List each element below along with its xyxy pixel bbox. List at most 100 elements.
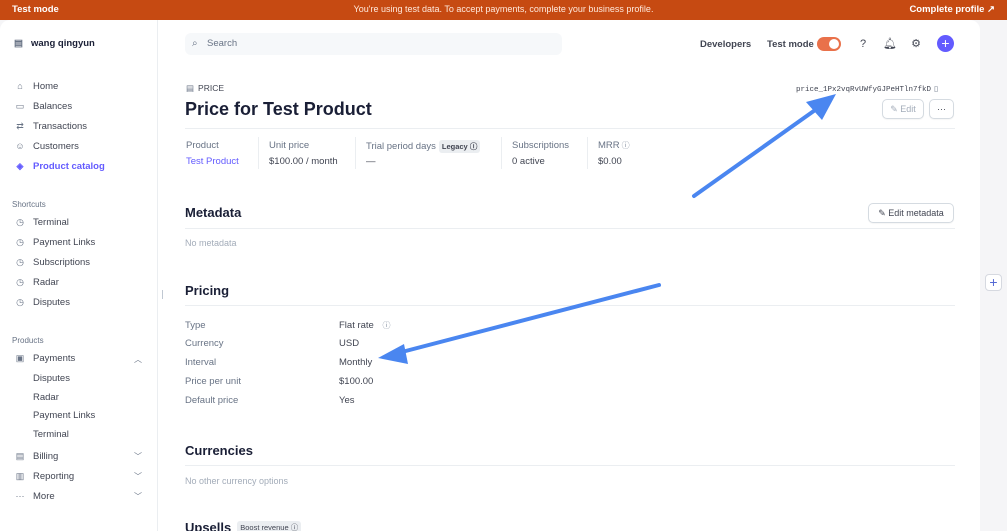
add-panel-button[interactable]: +: [985, 274, 1002, 291]
create-button[interactable]: +: [937, 35, 954, 52]
complete-profile-link[interactable]: Complete profile ↗: [909, 4, 995, 15]
metadata-heading: Metadata: [185, 205, 242, 220]
info-icon[interactable]: ⓘ: [622, 141, 630, 150]
price-icon: ▤: [186, 83, 195, 93]
test-mode-label: Test mode: [767, 39, 814, 50]
sidebar-item-product-catalog[interactable]: ◈ Product catalog: [14, 161, 105, 175]
clock-icon: ◷: [16, 217, 24, 227]
bell-icon[interactable]: 🔔︎: [883, 37, 897, 51]
ellipsis-icon: ···: [937, 104, 946, 114]
summary-product-link[interactable]: Test Product: [186, 156, 239, 167]
summary-mrr-value: $0.00: [598, 156, 622, 167]
pricing-interval-value: Monthly: [339, 357, 373, 368]
pricing-price-per-unit-label: Price per unit: [185, 376, 241, 387]
upsells-heading: Upsells Boost revenue ⓘ: [185, 520, 302, 531]
info-icon[interactable]: ⓘ: [291, 523, 299, 531]
edit-metadata-button[interactable]: ✎ Edit metadata: [868, 203, 954, 223]
sidebar-item-more[interactable]: ··· More: [14, 491, 55, 505]
summary-subscriptions-label: Subscriptions: [512, 140, 570, 151]
pricing-currency-label: Currency: [185, 338, 224, 349]
clock-icon: ◷: [16, 257, 24, 267]
summary-mrr-label: MRR ⓘ: [598, 140, 630, 151]
products-heading: Products: [12, 336, 44, 345]
edit-button[interactable]: ✎ Edit: [882, 99, 924, 119]
boost-revenue-badge: Boost revenue ⓘ: [237, 521, 302, 531]
divider: [185, 465, 955, 466]
ellipsis-icon: ···: [15, 491, 25, 501]
shortcut-disputes[interactable]: ◷ Disputes: [14, 297, 70, 311]
pricing-default-price-value: Yes: [339, 395, 355, 406]
chevron-up-icon[interactable]: ︿: [134, 354, 142, 365]
currencies-heading: Currencies: [185, 443, 253, 458]
summary-subscriptions-value: 0 active: [512, 156, 545, 167]
page-title: Price for Test Product: [185, 99, 372, 119]
sidebar-item-customers[interactable]: ☺ Customers: [14, 141, 79, 155]
summary-unit-price-label: Unit price: [269, 140, 310, 151]
summary-unit-price-value: $100.00 / month: [269, 156, 338, 167]
sidebar-item-billing[interactable]: ▤ Billing: [14, 451, 59, 465]
reporting-icon: ▥: [15, 471, 25, 481]
test-mode-banner: Test mode You're using test data. To acc…: [0, 0, 1007, 20]
pricing-price-per-unit-value: $100.00: [339, 376, 374, 387]
divider: [185, 305, 955, 306]
shortcut-subscriptions[interactable]: ◷ Subscriptions: [14, 257, 90, 271]
info-icon[interactable]: ⓘ: [470, 142, 478, 151]
test-mode-message: You're using test data. To accept paymen…: [353, 4, 654, 14]
account-icon: ▤: [14, 38, 23, 49]
app-shell: ▤ wang qingyun ⌂ Home ▭ Balances ⇄ Transacti…: [0, 20, 980, 531]
sidebar: ▤ wang qingyun ⌂ Home ▭ Balances ⇄ Transacti…: [0, 20, 158, 531]
summary-trial-label: Trial period days Legacy ⓘ: [366, 140, 481, 153]
sidebar-item-transactions[interactable]: ⇄ Transactions: [14, 121, 87, 135]
sidebar-item-home[interactable]: ⌂ Home: [14, 81, 58, 95]
search-input[interactable]: ⌕ Search: [185, 33, 562, 55]
product-catalog-icon: ◈: [16, 161, 24, 171]
billing-icon: ▤: [15, 451, 25, 461]
divider: [587, 137, 588, 169]
help-icon[interactable]: ?: [856, 37, 870, 51]
divider: [355, 137, 356, 169]
chevron-down-icon[interactable]: ﹀: [134, 491, 142, 502]
sidebar-item-balances[interactable]: ▭ Balances: [14, 101, 72, 115]
customers-icon: ☺: [15, 141, 25, 151]
shortcut-terminal[interactable]: ◷ Terminal: [14, 217, 69, 231]
wallet-icon: ▣: [15, 353, 25, 363]
more-actions-button[interactable]: ···: [929, 99, 954, 119]
pricing-type-label: Type: [185, 320, 206, 331]
shortcuts-heading: Shortcuts: [12, 200, 46, 209]
clock-icon: ◷: [16, 237, 24, 247]
sidebar-item-payments[interactable]: ▣ Payments: [14, 353, 76, 367]
chevron-down-icon[interactable]: ﹀: [134, 451, 142, 462]
shortcut-radar[interactable]: ◷ Radar: [14, 277, 59, 291]
arrow-up-right-icon: ↗: [987, 4, 995, 15]
currencies-empty-text: No other currency options: [185, 476, 289, 486]
sidebar-resize-handle[interactable]: [162, 290, 163, 299]
account-switcher[interactable]: ▤ wang qingyun: [14, 38, 95, 49]
clock-icon: ◷: [16, 297, 24, 307]
summary-product-label: Product: [186, 140, 219, 151]
home-icon: ⌂: [17, 81, 23, 91]
sidebar-sub-terminal[interactable]: Terminal: [33, 429, 69, 440]
summary-trial-value: —: [366, 156, 376, 167]
gear-icon[interactable]: ⚙: [909, 37, 923, 51]
sidebar-sub-disputes[interactable]: Disputes: [33, 373, 70, 384]
pencil-icon: ✎: [890, 104, 898, 114]
price-id[interactable]: price_1Px2vqRvUWfyGJPeHTln7fkD ▯: [796, 84, 938, 94]
test-mode-toggle[interactable]: [817, 37, 841, 51]
divider: [185, 228, 955, 229]
transactions-icon: ⇄: [16, 121, 24, 131]
divider: [258, 137, 259, 169]
pricing-default-price-label: Default price: [185, 395, 239, 406]
developers-link[interactable]: Developers: [700, 39, 751, 50]
divider: [501, 137, 502, 169]
chevron-down-icon[interactable]: ﹀: [134, 471, 142, 482]
search-icon: ⌕: [192, 38, 198, 49]
toggle-knob: [829, 39, 839, 49]
pencil-icon: ✎: [878, 208, 886, 218]
copy-icon[interactable]: ▯: [934, 84, 938, 93]
pricing-interval-label: Interval: [185, 357, 217, 368]
sidebar-sub-radar[interactable]: Radar: [33, 392, 59, 403]
info-icon[interactable]: ⓘ: [383, 321, 391, 330]
sidebar-item-reporting[interactable]: ▥ Reporting: [14, 471, 74, 485]
sidebar-sub-payment-links[interactable]: Payment Links: [33, 410, 95, 421]
shortcut-payment-links[interactable]: ◷ Payment Links: [14, 237, 95, 251]
